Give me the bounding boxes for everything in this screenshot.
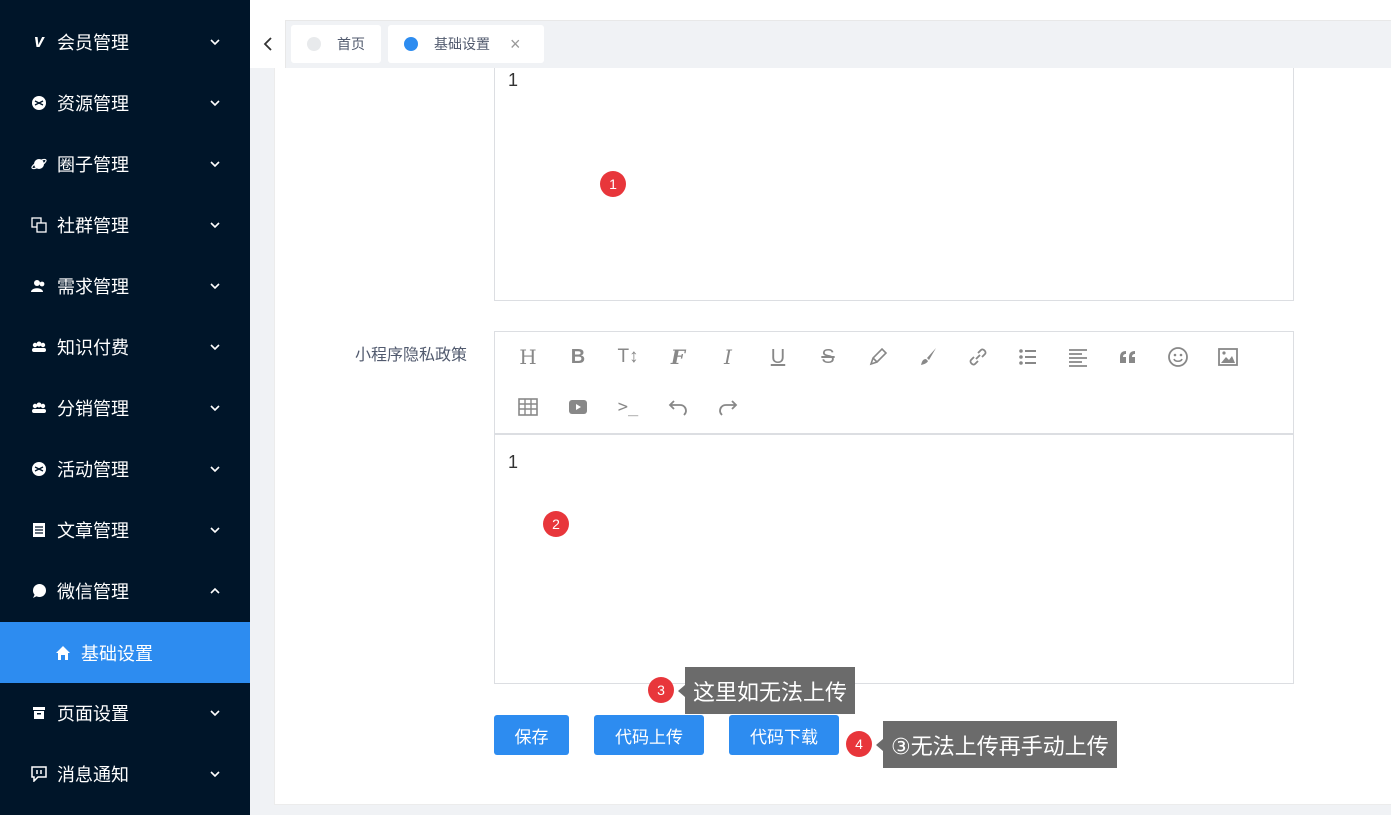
- planet-icon: [31, 158, 47, 169]
- group-icon: [32, 341, 46, 352]
- chevron-down-icon: [210, 526, 220, 533]
- sidebar-item-article[interactable]: 文章管理: [0, 499, 250, 560]
- article-icon: [33, 522, 45, 537]
- sidebar-item-demand[interactable]: 需求管理: [0, 255, 250, 316]
- sidebar-item-label: 页面设置: [57, 703, 129, 724]
- wechat-icon: [33, 583, 46, 598]
- sidebar-item-label: 圈子管理: [57, 154, 129, 175]
- redo-icon[interactable]: [716, 395, 740, 419]
- sidebar-item-page-settings[interactable]: 页面设置: [0, 682, 250, 743]
- table-icon[interactable]: [516, 395, 540, 419]
- chevron-down-icon: [210, 343, 220, 350]
- chevron-down-icon: [210, 709, 220, 716]
- sidebar-item-label: 社群管理: [57, 215, 129, 236]
- pen-icon[interactable]: [866, 345, 890, 369]
- chevron-down-icon: [210, 465, 220, 472]
- code-download-button[interactable]: 代码下载: [729, 715, 839, 755]
- bold-icon[interactable]: B: [566, 345, 590, 369]
- annotation-badge: 2: [543, 511, 569, 537]
- group-icon: [32, 402, 46, 413]
- undo-icon[interactable]: [666, 395, 690, 419]
- home-icon: [56, 645, 70, 660]
- resource-icon: [32, 461, 46, 476]
- sidebar-item-member[interactable]: v 会员管理: [0, 11, 250, 72]
- privacy-policy-label: 小程序隐私政策: [355, 347, 468, 364]
- font-family-icon[interactable]: F: [666, 345, 690, 369]
- align-left-icon[interactable]: [1066, 345, 1090, 369]
- chevron-down-icon: [210, 404, 220, 411]
- save-button[interactable]: 保存: [494, 715, 569, 755]
- link-icon[interactable]: [966, 345, 990, 369]
- quote-icon[interactable]: [1116, 345, 1140, 369]
- annotation-badge: 4: [846, 731, 872, 757]
- sidebar-item-distribution[interactable]: 分销管理: [0, 377, 250, 438]
- image-icon[interactable]: [1216, 345, 1240, 369]
- video-icon[interactable]: [566, 395, 590, 419]
- chevron-left-icon: [263, 37, 272, 51]
- code-upload-button[interactable]: 代码上传: [594, 715, 704, 755]
- underline-icon[interactable]: U: [766, 345, 790, 369]
- sidebar-item-resource[interactable]: 资源管理: [0, 72, 250, 133]
- sidebar-item-wechat[interactable]: 微信管理: [0, 560, 250, 621]
- editor-text: 1: [508, 70, 519, 90]
- sidebar-item-community[interactable]: 社群管理: [0, 194, 250, 255]
- sidebar-item-notification[interactable]: 消息通知: [0, 743, 250, 804]
- annotation-badge: 1: [600, 171, 626, 197]
- annotation-badge: 3: [648, 677, 674, 703]
- emoji-icon[interactable]: [1166, 345, 1190, 369]
- sidebar-item-label: 资源管理: [57, 93, 129, 114]
- users-icon: [31, 279, 45, 292]
- sidebar-item-label: 消息通知: [57, 764, 129, 785]
- chevron-down-icon: [210, 221, 220, 228]
- sidebar: v 会员管理 资源管理 圈子管理 社群管理 需求管理 知识付费 分销管理 活动管…: [0, 0, 250, 815]
- chevron-down-icon: [210, 282, 220, 289]
- copy-icon: [31, 216, 47, 233]
- code-icon[interactable]: >_: [616, 395, 640, 419]
- annotation-callout: 这里如无法上传: [677, 667, 856, 714]
- brush-icon[interactable]: [916, 345, 940, 369]
- tab-label: 首页: [337, 36, 365, 52]
- chevron-down-icon: [210, 770, 220, 777]
- archive-icon: [33, 706, 45, 719]
- tab-home[interactable]: 首页: [291, 25, 381, 63]
- tab-status-dot: [307, 37, 321, 51]
- tab-label: 基础设置: [434, 36, 490, 52]
- tab-basic-settings[interactable]: 基础设置 ×: [388, 25, 544, 63]
- collapse-sidebar-button[interactable]: [250, 20, 286, 68]
- chevron-down-icon: [210, 38, 220, 45]
- privacy-policy-editor[interactable]: [494, 434, 1294, 684]
- sidebar-item-circle[interactable]: 圈子管理: [0, 133, 250, 194]
- chevron-down-icon: [210, 160, 220, 167]
- list-icon[interactable]: [1016, 345, 1040, 369]
- vip-icon: v: [33, 31, 44, 51]
- sidebar-item-knowledge[interactable]: 知识付费: [0, 316, 250, 377]
- sidebar-item-label: 需求管理: [57, 276, 129, 297]
- sidebar-item-label: 会员管理: [57, 32, 129, 53]
- sidebar-item-label: 活动管理: [57, 459, 129, 480]
- sidebar-item-label: 知识付费: [57, 337, 129, 358]
- font-size-icon[interactable]: T↕: [616, 345, 640, 369]
- chevron-up-icon: [210, 587, 220, 594]
- heading-icon[interactable]: H: [516, 345, 540, 369]
- sidebar-item-label: 基础设置: [81, 643, 153, 664]
- message-icon: [31, 765, 47, 782]
- sidebar-item-label: 分销管理: [57, 398, 129, 419]
- italic-icon[interactable]: I: [716, 345, 740, 369]
- tab-close-icon[interactable]: ×: [510, 35, 521, 53]
- resource-icon: [32, 95, 46, 110]
- strikethrough-icon[interactable]: S: [816, 345, 840, 369]
- chevron-down-icon: [210, 99, 220, 106]
- sidebar-item-label: 微信管理: [57, 581, 129, 602]
- editor-text: 1: [508, 452, 519, 472]
- tab-status-dot: [404, 37, 418, 51]
- annotation-callout: ③无法上传再手动上传: [876, 721, 1117, 768]
- sidebar-item-activity[interactable]: 活动管理: [0, 438, 250, 499]
- sidebar-item-basic-settings[interactable]: 基础设置: [0, 622, 250, 683]
- header-bar: [250, 0, 1391, 20]
- sidebar-item-label: 文章管理: [57, 520, 129, 541]
